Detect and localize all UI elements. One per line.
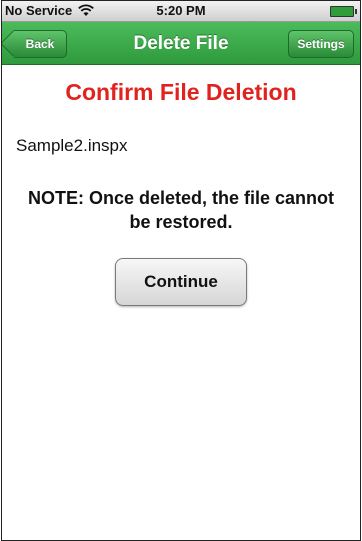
- continue-button[interactable]: Continue: [115, 258, 247, 306]
- settings-button-label: Settings: [297, 37, 345, 51]
- phone-screen: No Service 5:20 PM Back Delete File Sett…: [1, 0, 361, 541]
- main-content: Confirm File Deletion Sample2.inspx NOTE…: [2, 79, 360, 306]
- status-bar: No Service 5:20 PM: [2, 1, 360, 22]
- continue-container: Continue: [16, 258, 346, 306]
- settings-button[interactable]: Settings: [288, 30, 354, 58]
- deletion-note: NOTE: Once deleted, the file cannot be r…: [27, 188, 335, 232]
- nav-bar: Back Delete File Settings: [2, 22, 360, 65]
- status-time: 5:20 PM: [156, 3, 206, 18]
- file-name: Sample2.inspx: [16, 136, 128, 155]
- back-button-label: Back: [25, 37, 55, 51]
- battery-icon: [330, 6, 357, 17]
- confirm-heading: Confirm File Deletion: [65, 79, 297, 105]
